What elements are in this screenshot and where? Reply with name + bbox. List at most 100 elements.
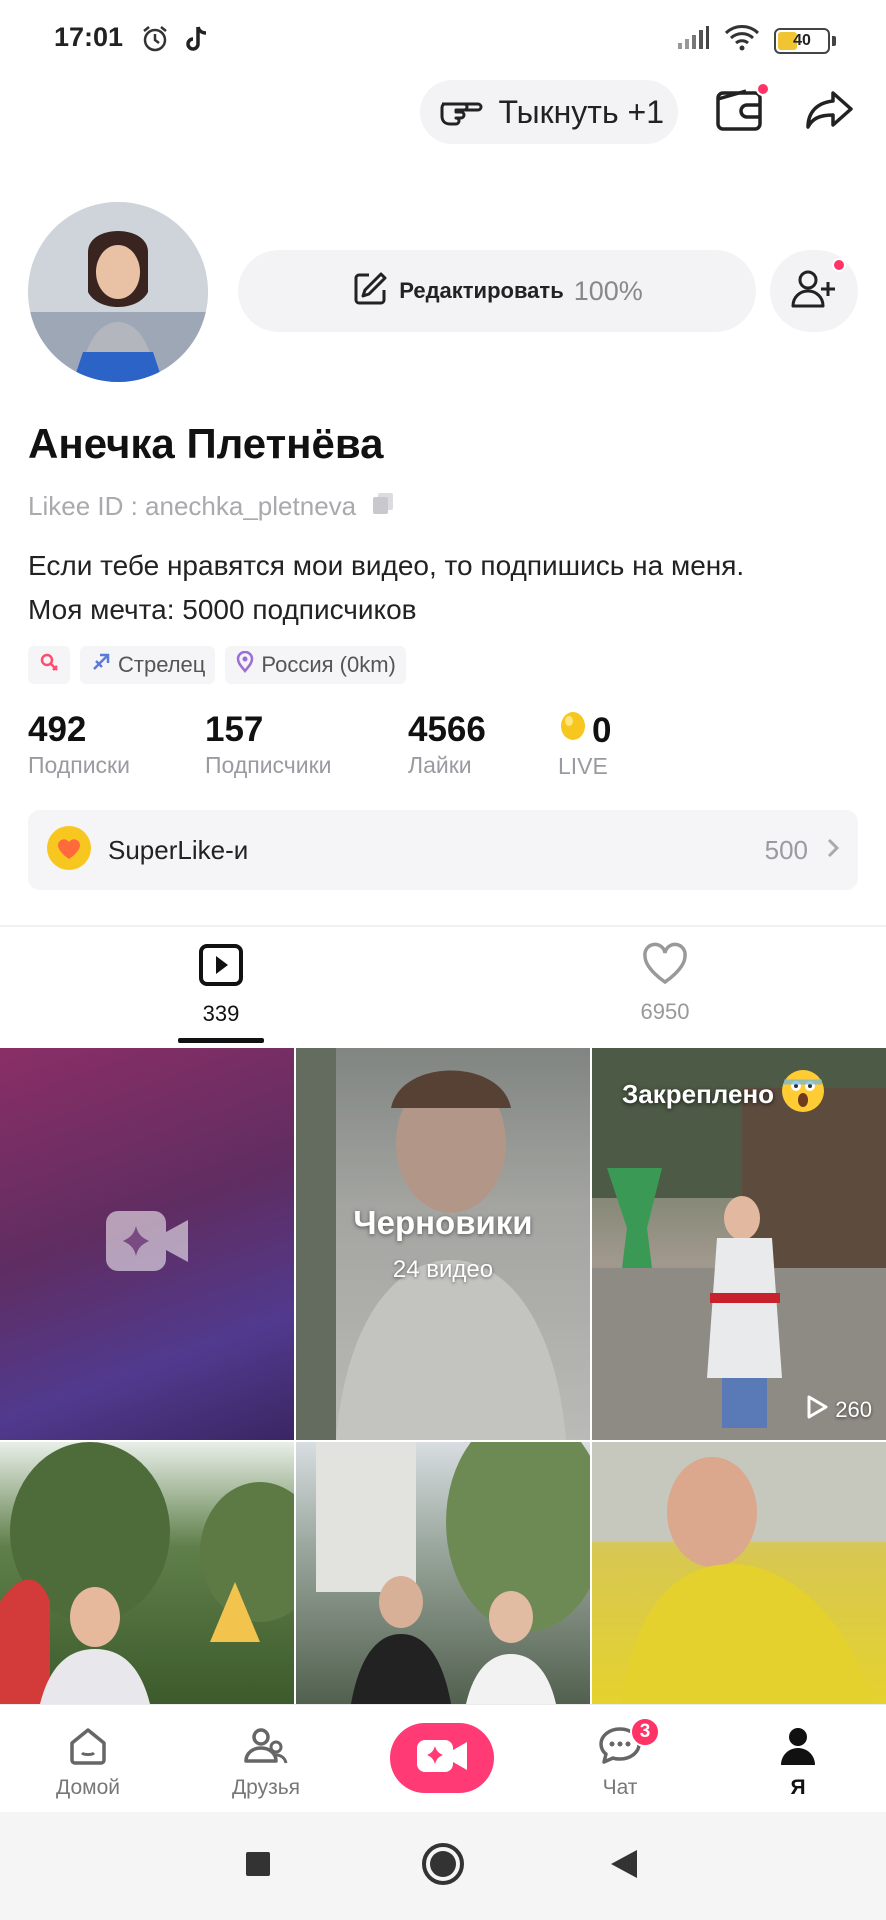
poke-label: Тыкнуть +1 [498, 93, 664, 130]
tab-liked[interactable]: 6950 [565, 942, 765, 1025]
active-tab-indicator [178, 1038, 264, 1043]
play-count: 260 [805, 1394, 872, 1426]
superlike-icon [46, 825, 92, 876]
edit-profile-button[interactable]: Редактировать 100% [238, 250, 756, 332]
video-tile[interactable] [296, 1442, 590, 1704]
circle-icon [421, 1842, 465, 1891]
stat-label: Лайки [408, 752, 472, 778]
stat-value: 4566 [408, 710, 486, 749]
alarm-icon [140, 24, 170, 59]
nav-friends[interactable]: Друзья [206, 1725, 326, 1800]
likee-id: Likee ID : anechka_pletneva [28, 491, 357, 521]
superlike-count: 500 [764, 834, 808, 865]
add-user-icon [790, 268, 838, 315]
tab-count: 6950 [640, 999, 690, 1024]
tiktok-icon [184, 24, 210, 59]
profile-stats: 492 Подписки 157 Подписчики 4566 Лайки 0… [28, 710, 858, 786]
stat-live[interactable]: 0 LIVE [558, 710, 611, 780]
record-button[interactable] [390, 1723, 494, 1793]
poke-hand-icon [438, 90, 488, 135]
zodiac-tag: Стрелец [80, 646, 216, 684]
female-icon [38, 651, 60, 679]
stat-followers[interactable]: 157 Подписчики [205, 710, 332, 779]
status-system-icons: 40 [676, 24, 836, 57]
chevron-right-icon [826, 837, 840, 864]
share-icon [805, 89, 855, 136]
wallet-button[interactable] [712, 82, 770, 140]
stat-label: LIVE [558, 753, 608, 779]
stat-live-value-row: 0 [558, 710, 611, 751]
wifi-icon [724, 24, 760, 57]
location-pin-icon [235, 650, 255, 679]
sagittarius-icon [90, 651, 112, 679]
avatar[interactable] [28, 202, 208, 382]
video-tile[interactable] [592, 1442, 886, 1704]
profile-top-actions: Тыкнуть +1 [420, 80, 858, 144]
drafts-overlay: Черновики 24 видео [296, 1048, 590, 1440]
chat-unread-badge: 3 [630, 1717, 660, 1747]
tab-videos[interactable]: 339 [121, 942, 321, 1027]
superlike-row[interactable]: SuperLike-и 500 [28, 810, 858, 890]
profile-icon [777, 1725, 819, 1772]
status-time: 17:01 [54, 22, 124, 52]
video-grid: Черновики 24 видео Закреплено 260 [0, 1048, 886, 1704]
system-nav-bar [0, 1812, 886, 1920]
nav-home[interactable]: Домой [28, 1725, 148, 1800]
recents-button[interactable] [234, 1842, 282, 1890]
edit-profile-label: Редактировать [399, 278, 564, 303]
share-button[interactable] [802, 84, 858, 140]
nav-label: Друзья [231, 1776, 301, 1799]
nav-label: Я [790, 1776, 806, 1799]
add-friend-button[interactable] [770, 250, 858, 332]
stat-likes[interactable]: 4566 Лайки [408, 710, 486, 779]
likee-id-row: Likee ID : anechka_pletneva [28, 490, 396, 523]
play-count-value: 260 [835, 1397, 872, 1422]
pinned-video-tile[interactable]: Закреплено 260 [592, 1048, 886, 1440]
stat-label: Подписки [28, 752, 130, 778]
video-camera-icon [105, 1210, 189, 1277]
pinned-label: Закреплено [622, 1068, 826, 1121]
superlike-label: SuperLike-и [108, 834, 249, 865]
gender-tag [28, 646, 70, 684]
wallet-notification-dot [756, 82, 770, 96]
stat-value: 157 [205, 710, 264, 749]
drafts-title: Черновики [353, 1204, 533, 1241]
profile-completion: 100% [573, 275, 643, 306]
pinned-label-text: Закреплено [622, 1079, 775, 1109]
home-system-button[interactable] [419, 1842, 467, 1890]
shocked-emoji-icon [780, 1068, 826, 1121]
status-notification-icons [140, 24, 210, 59]
battery-icon: 40 [774, 27, 830, 54]
bio-line: Моя мечта: 5000 подписчиков [28, 594, 417, 625]
status-bar: 17:01 40 [0, 0, 886, 76]
video-tile[interactable] [0, 1442, 294, 1704]
edit-icon [351, 270, 389, 313]
bio-line: Если тебе нравятся мои видео, то подпиши… [28, 550, 745, 581]
record-camera-icon [416, 1738, 468, 1779]
nav-label: Чат [602, 1776, 638, 1799]
copy-icon[interactable] [370, 490, 396, 523]
drafts-tile[interactable]: Черновики 24 видео [296, 1048, 590, 1440]
nav-label: Домой [56, 1776, 120, 1799]
location-tag: Россия (0km) [225, 646, 406, 684]
drafts-count: 24 видео [392, 1256, 494, 1283]
stat-label: Подписчики [205, 752, 332, 778]
poke-button[interactable]: Тыкнуть +1 [420, 80, 678, 144]
content-tabs: 339 6950 [0, 930, 886, 1044]
video-play-icon [197, 942, 245, 993]
back-triangle-icon [609, 1848, 639, 1885]
friends-icon [243, 1725, 289, 1772]
nav-me[interactable]: Я [738, 1725, 858, 1800]
back-button[interactable] [600, 1842, 648, 1890]
nav-chat[interactable]: 3 Чат [560, 1717, 680, 1800]
home-icon [67, 1725, 109, 1772]
location-label: Россия (0km) [261, 652, 396, 677]
square-icon [244, 1850, 272, 1883]
zodiac-label: Стрелец [118, 652, 206, 677]
create-video-tile[interactable] [0, 1048, 294, 1440]
bio: Если тебе нравятся мои видео, то подпиши… [28, 544, 868, 632]
tab-count: 339 [202, 1001, 240, 1026]
add-friend-notification-dot [832, 258, 846, 272]
stat-value: 492 [28, 710, 87, 749]
stat-following[interactable]: 492 Подписки [28, 710, 130, 779]
